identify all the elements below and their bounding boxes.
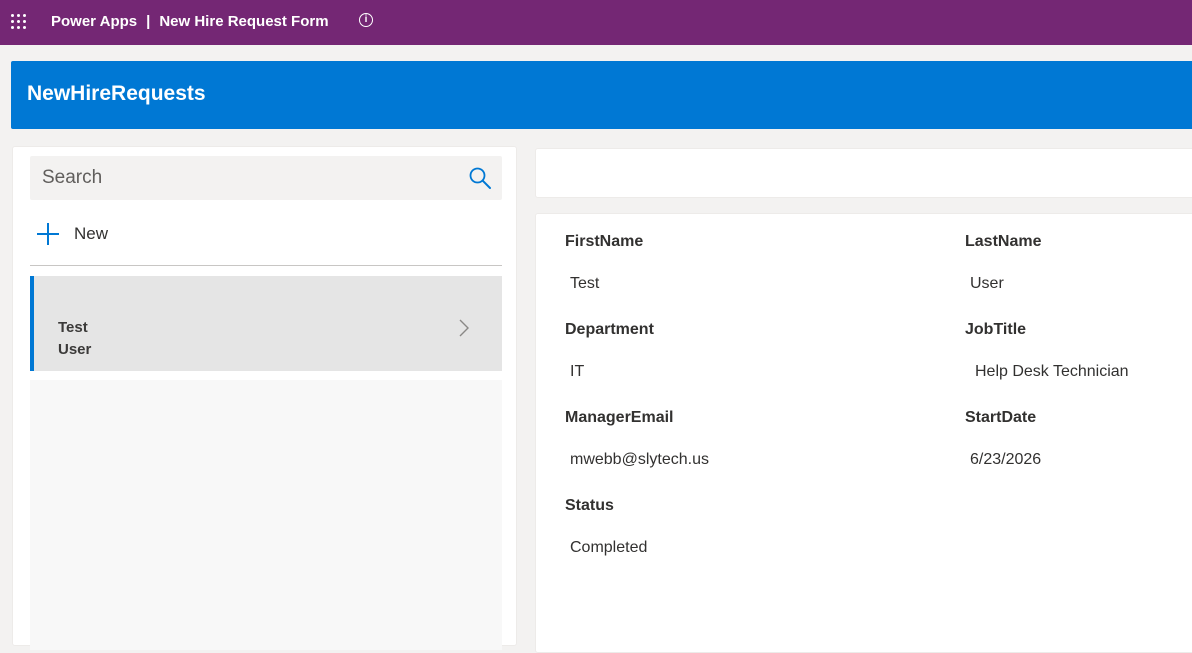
field-label-status: Status	[565, 497, 614, 514]
field-label-jobtitle: JobTitle	[965, 321, 1027, 338]
gallery-item[interactable]: Test User	[30, 276, 502, 371]
field-value-manageremail: mwebb@slytech.us	[570, 451, 709, 468]
field-value-lastname: User	[970, 275, 1004, 292]
gallery-item-subtitle: User	[58, 341, 92, 358]
chevron-right-icon[interactable]	[458, 318, 470, 338]
search-icon[interactable]	[468, 166, 492, 190]
gallery-empty-area	[30, 380, 502, 650]
divider	[30, 265, 502, 266]
app-top-bar: Power Apps | New Hire Request Form i	[0, 0, 1192, 45]
screen-header: NewHireRequests	[11, 61, 1192, 129]
gallery-item-title: Test	[58, 319, 88, 336]
field-label-department: Department	[565, 321, 654, 338]
search-input[interactable]	[30, 156, 450, 200]
field-label-lastname: LastName	[965, 233, 1042, 250]
detail-form: FirstName Test LastName User Department …	[535, 213, 1192, 653]
field-value-status: Completed	[570, 539, 648, 556]
field-label-startdate: StartDate	[965, 409, 1037, 426]
form-name: New Hire Request Form	[159, 13, 329, 30]
gallery-panel: New Test User	[12, 146, 517, 650]
field-label-firstname: FirstName	[565, 233, 644, 250]
app-title: Power Apps | New Hire Request Form	[51, 0, 329, 45]
info-icon[interactable]: i	[359, 13, 373, 27]
field-value-firstname: Test	[570, 275, 600, 292]
search-box	[30, 156, 502, 200]
new-button-label: New	[74, 224, 109, 243]
form-header-card	[535, 148, 1192, 198]
new-button[interactable]: New	[37, 219, 108, 249]
app-name: Power Apps	[51, 13, 138, 30]
field-label-manageremail: ManagerEmail	[565, 409, 674, 426]
header-title: NewHireRequests	[27, 82, 206, 105]
title-separator: |	[146, 13, 151, 30]
field-value-department: IT	[570, 363, 585, 380]
plus-icon	[37, 223, 59, 245]
field-value-startdate: 6/23/2026	[970, 451, 1042, 468]
field-value-jobtitle: Help Desk Technician	[975, 363, 1129, 380]
waffle-icon[interactable]	[11, 14, 27, 30]
selection-indicator	[30, 276, 34, 371]
